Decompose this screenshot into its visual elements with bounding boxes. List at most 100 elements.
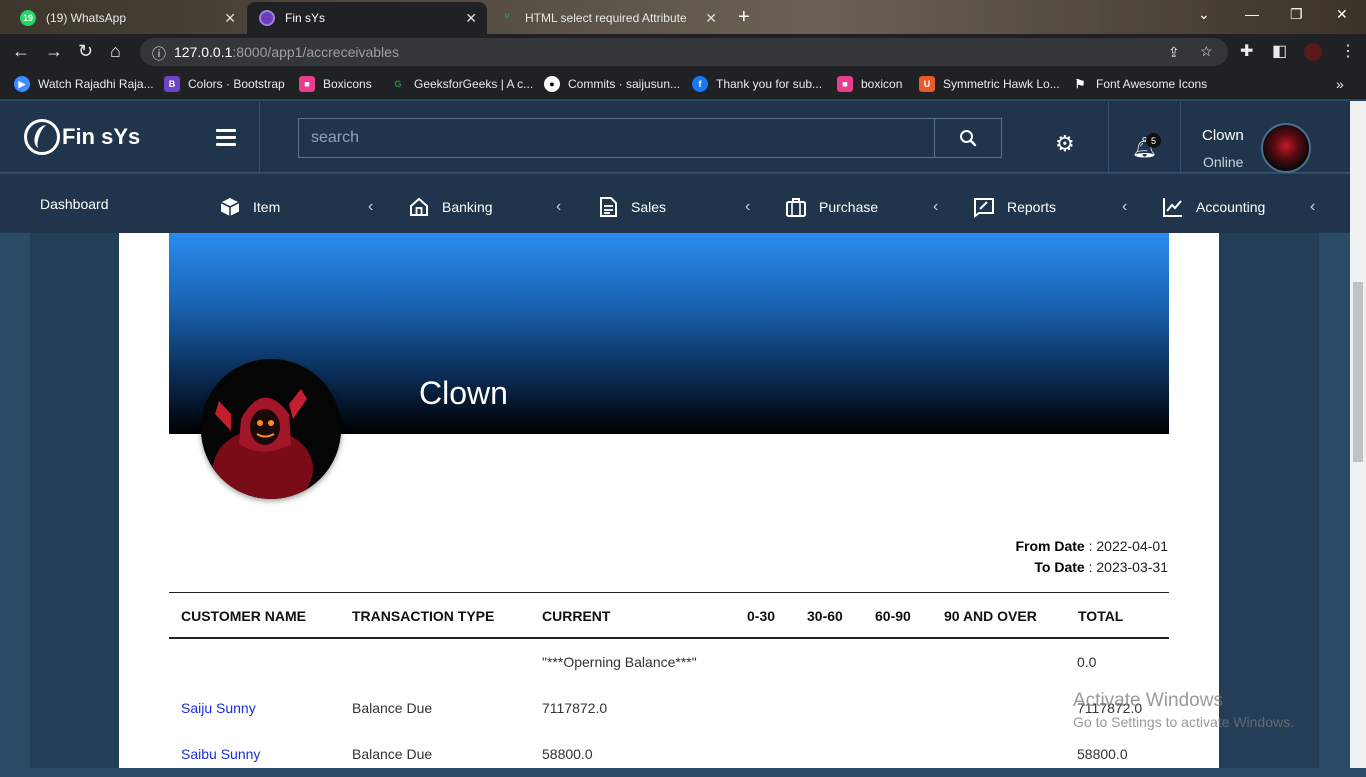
boxicons-icon: ■ <box>299 76 315 92</box>
extensions-icon[interactable]: ✚ <box>1240 41 1253 61</box>
side-panel-icon[interactable]: ◧ <box>1272 41 1287 61</box>
transaction-type: Balance Due <box>352 746 433 762</box>
table-row: Saiju Sunny Balance Due 7117872.0 711787… <box>169 685 1169 731</box>
logo-mark-icon <box>24 119 60 155</box>
nav-reports[interactable]: Reports <box>973 196 1056 218</box>
user-status: Online <box>1203 154 1244 170</box>
report-card: Clown From Date : 2022-04-01 To Date : 2… <box>119 233 1219 768</box>
bootstrap-icon: B <box>164 76 180 92</box>
tab-search-chevron-icon[interactable]: ⌄ <box>1198 6 1210 23</box>
customer-name[interactable]: Saibu Sunny <box>181 746 260 762</box>
column-header: CURRENT <box>542 608 611 624</box>
home-icon[interactable]: ⌂ <box>110 41 121 62</box>
hamburger-menu-icon[interactable] <box>216 129 236 150</box>
nav-accounting[interactable]: Accounting <box>1162 196 1265 218</box>
more-bookmarks-icon[interactable]: » <box>1336 76 1344 92</box>
chevron-left-icon[interactable]: ‹ <box>933 198 938 216</box>
bookmark-item[interactable]: ■ Boxicons <box>299 76 372 92</box>
bookmark-item[interactable]: U Symmetric Hawk Lo... <box>919 76 1060 92</box>
bookmark-item[interactable]: ■ boxicon <box>837 76 902 92</box>
new-tab-button[interactable]: + <box>738 6 750 29</box>
bookmark-label: Symmetric Hawk Lo... <box>943 77 1060 91</box>
nav-purchase-label: Purchase <box>819 199 879 215</box>
app-header: Fin sYs search ⚙ 🔔︎ 5 Clown Online <box>0 101 1350 183</box>
divider <box>1180 101 1181 183</box>
current-amount: 58800.0 <box>542 746 593 762</box>
nav-accounting-label: Accounting <box>1196 199 1266 215</box>
search-input[interactable]: search <box>298 118 935 158</box>
divider <box>259 101 260 173</box>
profile-avatar[interactable] <box>1304 43 1322 61</box>
chevron-left-icon[interactable]: ‹ <box>745 198 750 216</box>
menu-icon[interactable]: ⋮ <box>1340 41 1356 61</box>
main-nav: Dashboard Item ‹ Banking ‹ Sales ‹ Purch… <box>0 174 1350 233</box>
gear-icon[interactable]: ⚙ <box>1055 131 1075 157</box>
url-path: :8000/app1/accreceivables <box>232 44 399 60</box>
current-amount: "***Operning Balance***" <box>542 654 697 670</box>
to-date-label: To Date <box>1034 559 1085 575</box>
bookmark-item[interactable]: ▶ Watch Rajadhi Raja... <box>14 76 154 92</box>
scrollbar-thumb[interactable] <box>1353 282 1363 462</box>
star-icon[interactable]: ☆ <box>1200 43 1213 60</box>
browser-tab-finsys[interactable]: Fin sYs ✕ <box>247 2 487 34</box>
minimize-icon[interactable]: — <box>1245 6 1259 22</box>
forward-icon[interactable]: → <box>45 41 63 62</box>
column-header: 30-60 <box>807 608 843 624</box>
chevron-left-icon[interactable]: ‹ <box>1310 198 1315 216</box>
nav-banking[interactable]: Banking <box>408 196 493 218</box>
flag-icon: ⚑ <box>1074 77 1086 91</box>
search-button[interactable] <box>934 118 1002 158</box>
nav-item-label: Item <box>253 199 281 215</box>
reload-icon[interactable]: ↻ <box>78 41 93 62</box>
receivables-table: CUSTOMER NAME TRANSACTION TYPE CURRENT 0… <box>169 592 1169 777</box>
facebook-icon: f <box>692 76 708 92</box>
chevron-left-icon[interactable]: ‹ <box>1122 198 1127 216</box>
customer-name[interactable]: Saiju Sunny <box>181 700 256 716</box>
table-row: "***Operning Balance***" 0.0 <box>169 639 1169 685</box>
bookmark-item[interactable]: ● Commits · saijusun... <box>544 76 680 92</box>
restore-icon[interactable]: ❐ <box>1290 6 1303 23</box>
nav-item[interactable]: Item <box>219 196 280 218</box>
bookmark-item[interactable]: G GeeksforGeeks | A c... <box>390 76 533 92</box>
nav-purchase[interactable]: Purchase <box>785 196 878 218</box>
browser-tab-whatsapp[interactable]: 19 (19) WhatsApp ✕ <box>8 2 246 34</box>
back-icon[interactable]: ← <box>12 41 30 62</box>
table-row: Saibu Sunny Balance Due 58800.0 58800.0 <box>169 731 1169 777</box>
bookmark-label: Thank you for sub... <box>716 77 823 91</box>
close-icon[interactable]: ✕ <box>705 10 717 27</box>
share-icon[interactable]: ⇪ <box>1168 44 1180 61</box>
info-icon[interactable]: ⓘ <box>152 44 166 64</box>
bookmark-item[interactable]: B Colors · Bootstrap <box>164 76 285 92</box>
bookmarks-bar: ▶ Watch Rajadhi Raja... B Colors · Bootstr… <box>0 70 1366 100</box>
from-date-value: 2022-04-01 <box>1096 538 1168 554</box>
nav-banking-label: Banking <box>442 199 493 215</box>
bookmark-item[interactable]: ⚑ Font Awesome Icons <box>1072 76 1208 92</box>
divider <box>1108 101 1109 183</box>
total-amount: 58800.0 <box>1077 746 1128 762</box>
nav-reports-label: Reports <box>1007 199 1057 215</box>
nav-dashboard[interactable]: Dashboard <box>40 196 109 212</box>
app-logo[interactable]: Fin sYs <box>24 119 140 155</box>
chevron-left-icon[interactable]: ‹ <box>368 198 373 216</box>
avatar-image <box>201 359 341 499</box>
current-amount: 7117872.0 <box>542 700 608 716</box>
bookmark-label: boxicon <box>861 77 903 91</box>
close-window-icon[interactable]: ✕ <box>1336 6 1348 23</box>
bookmark-item[interactable]: f Thank you for sub... <box>692 76 822 92</box>
to-date-value: 2023-03-31 <box>1096 559 1168 575</box>
user-avatar[interactable] <box>1261 123 1311 173</box>
tab-title: HTML select required Attribute <box>525 11 687 25</box>
chevron-left-icon[interactable]: ‹ <box>556 198 561 216</box>
play-icon: ▶ <box>14 76 30 92</box>
close-icon[interactable]: ✕ <box>465 10 477 27</box>
nav-sales[interactable]: Sales <box>597 196 666 218</box>
bookmark-label: Boxicons <box>323 77 372 91</box>
user-name: Clown <box>1202 127 1244 144</box>
table-header: CUSTOMER NAME TRANSACTION TYPE CURRENT 0… <box>169 592 1169 639</box>
close-icon[interactable]: ✕ <box>224 10 236 27</box>
boxicons-icon: ■ <box>837 76 853 92</box>
column-header: TOTAL <box>1078 608 1124 624</box>
address-bar[interactable]: ⓘ 127.0.0.1:8000/app1/accreceivables ⇪ ☆ <box>140 38 1228 66</box>
browser-tab-html-select[interactable]: ᐡ HTML select required Attribute ✕ <box>487 2 727 34</box>
whatsapp-icon: 19 <box>20 10 36 26</box>
